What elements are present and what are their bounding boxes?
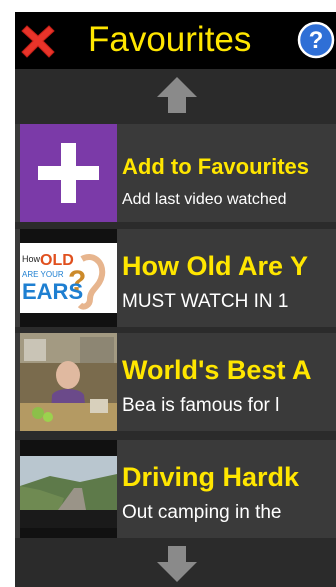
svg-text:OLD: OLD xyxy=(40,252,74,269)
item-title: World's Best A xyxy=(122,355,312,385)
video-thumbnail xyxy=(20,440,117,538)
item-description: Bea is famous for l xyxy=(122,395,280,416)
item-title: Add to Favourites xyxy=(122,154,310,179)
favourites-screen: Favourites ? Add to Favourites Add last … xyxy=(15,12,336,587)
item-description: Out camping in the xyxy=(122,502,282,523)
svg-text:How: How xyxy=(22,254,41,264)
plus-icon xyxy=(38,143,99,203)
list-item-video[interactable]: Driving Hardk Out camping in the xyxy=(15,440,336,538)
video-thumbnail xyxy=(20,333,117,431)
close-icon[interactable] xyxy=(20,23,56,59)
svg-text:ARE YOUR: ARE YOUR xyxy=(22,270,64,279)
svg-text:?: ? xyxy=(309,27,324,54)
item-description: Add last video watched xyxy=(122,191,287,208)
add-tile xyxy=(20,124,117,222)
road-thumbnail-art xyxy=(20,440,117,538)
help-icon[interactable]: ? xyxy=(297,21,335,59)
ears-thumbnail-art: ? How OLD ARE YOUR EARS xyxy=(20,229,117,327)
kitchen-thumbnail-art xyxy=(20,333,117,431)
list-item-add-favourite[interactable]: Add to Favourites Add last video watched xyxy=(15,124,336,222)
video-thumbnail: ? How OLD ARE YOUR EARS xyxy=(20,229,117,327)
item-title: How Old Are Y xyxy=(122,251,309,281)
page-title: Favourites xyxy=(88,20,252,59)
list-item-video[interactable]: ? How OLD ARE YOUR EARS How Old Are Y MU… xyxy=(15,229,336,327)
list-item-video[interactable]: World's Best A Bea is famous for l xyxy=(15,333,336,431)
item-description: MUST WATCH IN 1 xyxy=(122,291,289,312)
svg-text:EARS: EARS xyxy=(22,279,83,304)
item-title: Driving Hardk xyxy=(122,462,300,492)
scroll-down-arrow-icon[interactable] xyxy=(155,544,199,584)
scroll-up-arrow-icon[interactable] xyxy=(155,75,199,115)
header-bar: Favourites ? xyxy=(15,12,336,69)
